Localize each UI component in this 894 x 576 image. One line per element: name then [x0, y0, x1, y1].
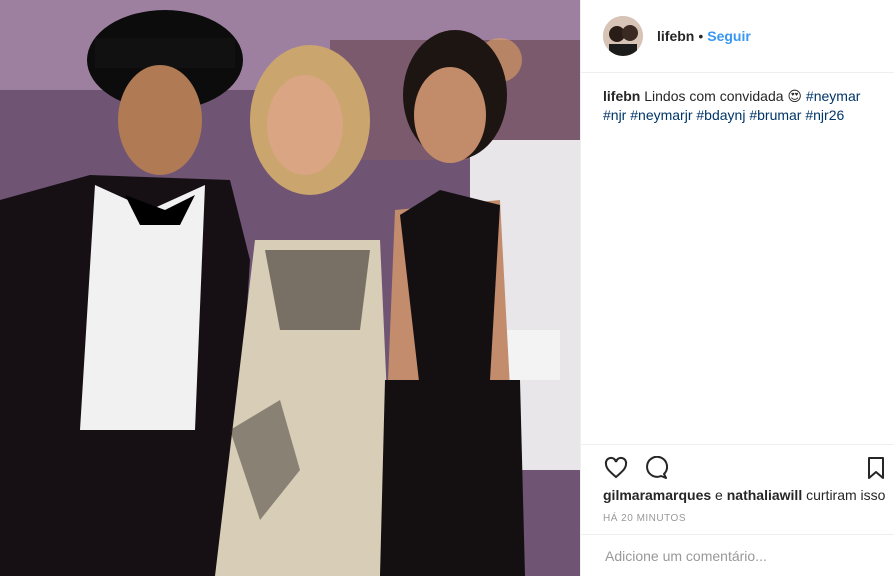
separator-dot: •: [698, 28, 704, 44]
caption-text: Lindos com convidada 😍: [644, 88, 803, 104]
heart-icon[interactable]: [603, 455, 629, 481]
hashtag[interactable]: #njr26: [805, 107, 844, 123]
hashtag[interactable]: #neymar: [806, 88, 860, 104]
hashtag[interactable]: #brumar: [749, 107, 801, 123]
caption-username[interactable]: lifebn: [603, 88, 640, 104]
action-bar: [581, 445, 894, 491]
post-timestamp[interactable]: HÁ 20 MINUTOS: [581, 513, 894, 524]
follow-button[interactable]: Seguir: [707, 28, 751, 44]
hashtag[interactable]: #njr: [603, 107, 626, 123]
post-sidebar: lifebn • Seguir lifebn Lindos com convid…: [580, 0, 894, 576]
comment-input[interactable]: [603, 546, 877, 565]
post-header: lifebn • Seguir: [581, 0, 894, 73]
bookmark-icon[interactable]: [863, 455, 889, 481]
comment-box: [581, 534, 894, 576]
post-caption: lifebn Lindos com convidada 😍 #neymar #n…: [581, 73, 894, 125]
photo-illustration: [0, 0, 580, 576]
post-actions: gilmaramarques e nathaliawill curtiram i…: [581, 444, 894, 524]
comment-icon[interactable]: [643, 455, 669, 481]
username-link[interactable]: lifebn: [657, 28, 694, 44]
avatar[interactable]: [603, 16, 643, 56]
post-photo[interactable]: [0, 0, 580, 576]
avatar-image: [603, 16, 643, 56]
hashtag[interactable]: #neymarjr: [630, 107, 692, 123]
hashtag[interactable]: #bdaynj: [696, 107, 745, 123]
